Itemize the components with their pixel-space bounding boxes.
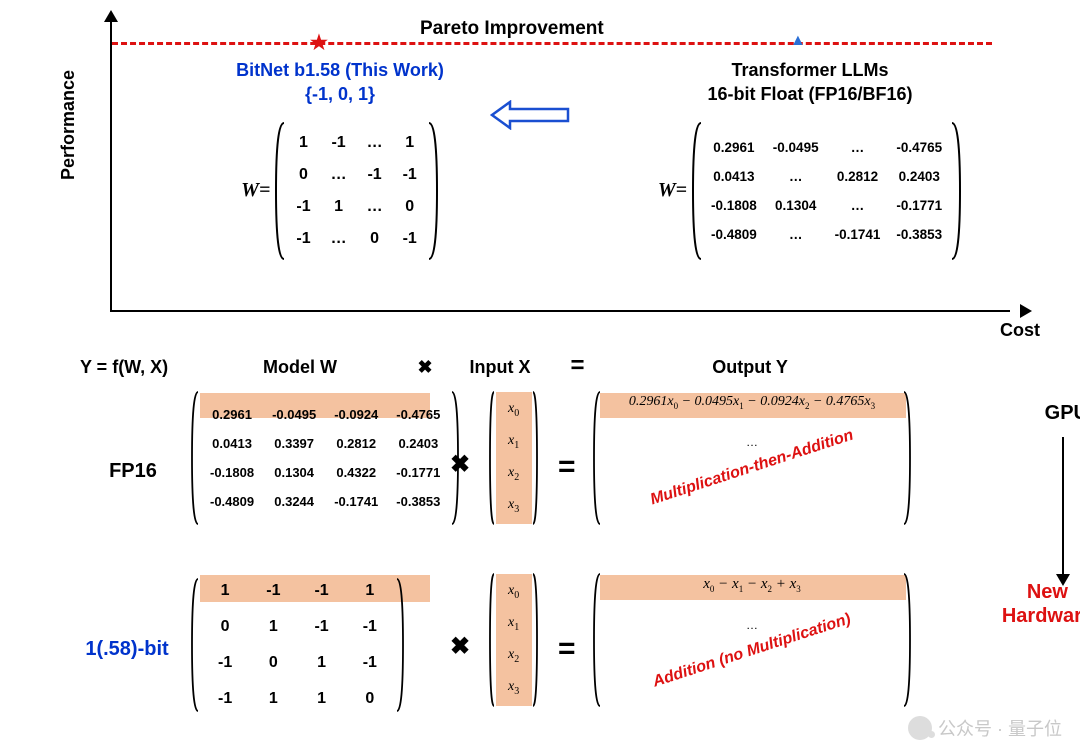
hdr-equals: = xyxy=(550,352,605,380)
bitnet-set: {-1, 0, 1} xyxy=(170,82,510,106)
y-axis-label: Performance xyxy=(58,70,79,180)
transformer-title-2: 16-bit Float (FP16/BF16) xyxy=(620,82,1000,106)
right-bracket-icon xyxy=(531,390,539,526)
right-bracket-icon xyxy=(902,390,912,526)
bitnet-title: BitNet b1.58 (This Work) xyxy=(170,58,510,82)
left-bracket-icon xyxy=(274,121,286,261)
equals-icon: = xyxy=(558,632,576,666)
hdr-input-x: Input X xyxy=(455,357,545,378)
hdr-times: ✖ xyxy=(400,357,450,378)
arrow-down-line xyxy=(1062,437,1064,577)
right-bracket-icon xyxy=(902,572,912,708)
gpu-label: GPU xyxy=(1045,402,1080,425)
left-bracket-icon xyxy=(190,390,200,526)
transformer-matrix: W= 0.2961-0.0495…-0.4765 0.0413…0.28120.… xyxy=(658,121,962,261)
bit-out-formula: x0 − x1 − x2 + x3 xyxy=(602,572,902,598)
bit-output: x0 − x1 − x2 + x3 … Addition (no Multipl… xyxy=(592,572,912,708)
fp16-label: FP16 xyxy=(85,460,181,483)
left-bracket-icon xyxy=(592,572,602,708)
x-axis-label: Cost xyxy=(1000,320,1040,341)
bitnet-matrix-table: 1-1…1 0…-1-1 -11…0 -1…0-1 xyxy=(286,127,426,255)
bit-matrix: 1-1-11 01-1-1 -101-1 -1110 xyxy=(190,572,405,718)
hdr-output-y: Output Y xyxy=(610,357,890,378)
fp16-input-vec: x0x1x2x3 xyxy=(488,390,539,526)
x-axis-arrow-icon xyxy=(1020,304,1032,318)
equals-icon: = xyxy=(558,450,576,484)
transformer-column: Transformer LLMs 16-bit Float (FP16/BF16… xyxy=(620,58,1000,261)
new-hw-2: Hardware xyxy=(1002,605,1080,627)
pareto-chart: Performance Cost Pareto Improvement ★ ▲ … xyxy=(110,20,1030,326)
left-bracket-icon xyxy=(190,577,200,713)
bit-input-vec: x0x1x2x3 xyxy=(488,572,539,708)
right-bracket-icon xyxy=(427,121,439,261)
right-bracket-icon xyxy=(531,572,539,708)
bit-vec-table: x0x1x2x3 xyxy=(496,575,531,704)
W-prefix: W= xyxy=(658,179,687,202)
W-prefix: W= xyxy=(241,179,270,202)
equation-header: Y = f(W, X) Model W ✖ Input X = Output Y xyxy=(80,352,1060,380)
times-icon: ✖ xyxy=(450,450,470,479)
left-bracket-icon xyxy=(488,390,496,526)
fp16-output: 0.2961x0 − 0.0495x1 − 0.0924x2 − 0.4765x… xyxy=(592,390,912,526)
fp16-matrix: 0.2961-0.0495-0.0924-0.4765 0.04130.3397… xyxy=(190,390,460,526)
chart-title: Pareto Improvement xyxy=(420,18,604,40)
times-icon: ✖ xyxy=(450,632,470,661)
fp16-out-formula: 0.2961x0 − 0.0495x1 − 0.0924x2 − 0.4765x… xyxy=(602,390,902,415)
bitnet-matrix: W= 1-1…1 0…-1-1 -11…0 -1…0-1 xyxy=(241,121,439,261)
bit-row: 1(.58)-bit 1-1-11 01-1-1 -101-1 -1110 ✖ xyxy=(80,572,1060,732)
left-bracket-icon xyxy=(488,572,496,708)
transformer-title-1: Transformer LLMs xyxy=(620,58,1000,82)
bit-label: 1(.58)-bit xyxy=(72,638,182,661)
bit-matrix-table: 1-1-11 01-1-1 -101-1 -1110 xyxy=(200,572,395,718)
star-marker-icon: ★ xyxy=(310,30,328,55)
right-bracket-icon xyxy=(950,121,962,261)
left-bracket-icon xyxy=(691,121,703,261)
pareto-dashed-line xyxy=(112,42,992,45)
fp16-matrix-table: 0.2961-0.0495-0.0924-0.4765 0.04130.3397… xyxy=(200,399,450,517)
watermark-text: 公众号 · 量子位 xyxy=(938,715,1062,741)
equation-section: Y = f(W, X) Model W ✖ Input X = Output Y… xyxy=(80,352,1060,732)
eq-fwx: Y = f(W, X) xyxy=(80,357,200,378)
new-hardware-label: New Hardware xyxy=(1002,580,1080,628)
right-bracket-icon xyxy=(395,577,405,713)
left-bracket-icon xyxy=(592,390,602,526)
watermark: 公众号 · 量子位 xyxy=(908,715,1062,741)
new-hw-1: New xyxy=(1027,581,1068,603)
fp16-row: FP16 0.2961-0.0495-0.0924-0.4765 0.04130… xyxy=(80,390,1060,550)
x-axis xyxy=(110,310,1010,312)
triangle-marker-icon: ▲ xyxy=(790,32,806,50)
y-axis-arrow-icon xyxy=(104,10,118,22)
transformer-matrix-table: 0.2961-0.0495…-0.4765 0.0413…0.28120.240… xyxy=(703,133,950,249)
fp16-vec-table: x0x1x2x3 xyxy=(496,393,531,522)
hdr-model-w: Model W xyxy=(205,357,395,378)
y-axis xyxy=(110,20,112,310)
figure-root: Performance Cost Pareto Improvement ★ ▲ … xyxy=(0,0,1080,751)
wechat-icon xyxy=(908,716,932,740)
bitnet-column: BitNet b1.58 (This Work) {-1, 0, 1} W= 1… xyxy=(170,58,510,261)
